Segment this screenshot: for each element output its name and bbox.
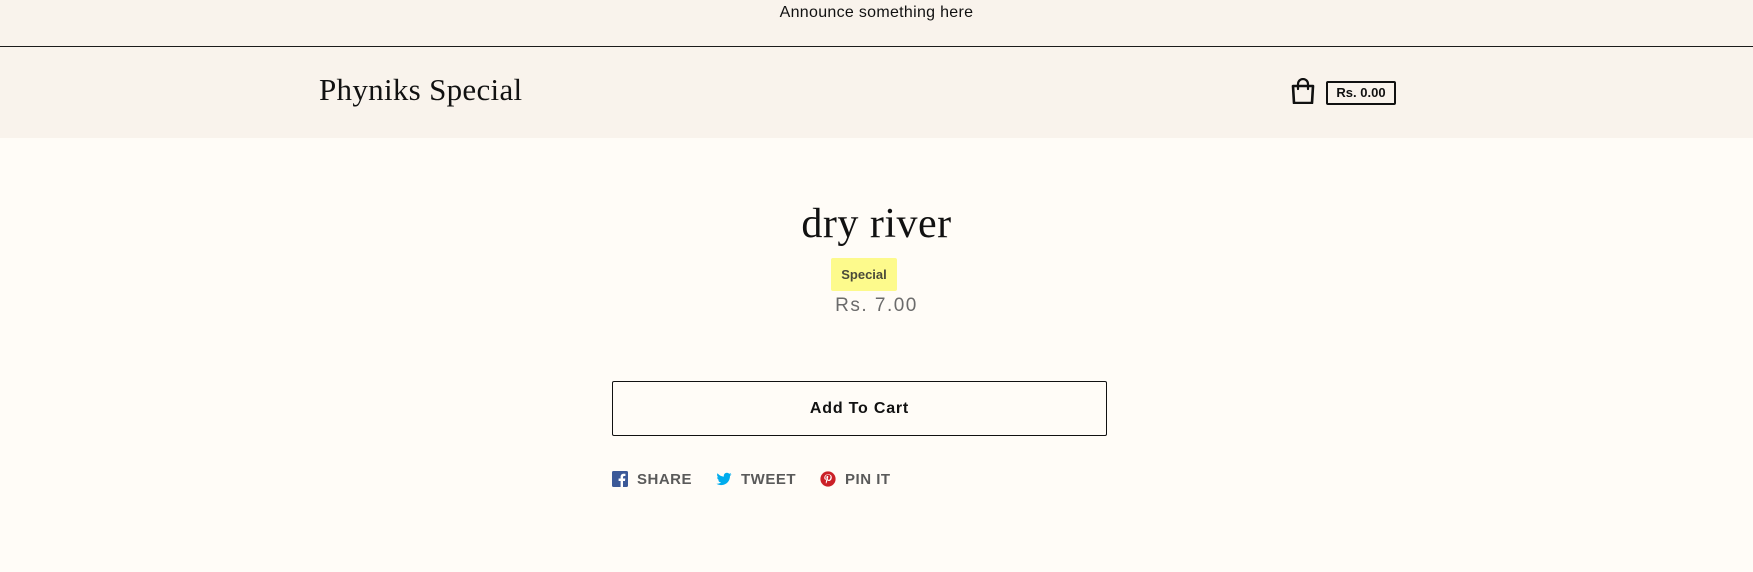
cart-total[interactable]: Rs. 0.00 [1326, 81, 1396, 105]
site-logo[interactable]: Phyniks Special [319, 72, 522, 108]
share-pinterest-link[interactable]: PIN IT [820, 471, 891, 488]
announcement-text: Announce something here [779, 4, 974, 21]
product-price: Rs. 7.00 [835, 295, 918, 316]
share-twitter-link[interactable]: TWEET [716, 471, 796, 488]
announcement-bar: Announce something here [0, 0, 1753, 47]
share-facebook-link[interactable]: SHARE [612, 471, 692, 488]
shopping-bag-icon[interactable] [1291, 77, 1315, 105]
site-header: Phyniks Special Rs. 0.00 [0, 47, 1753, 138]
product-title: dry river [801, 201, 952, 247]
share-facebook-label: SHARE [637, 470, 693, 488]
facebook-icon [612, 471, 628, 487]
share-pinterest-label: PIN IT [845, 470, 891, 488]
add-to-cart-button[interactable]: Add To Cart [612, 381, 1107, 436]
special-badge: Special [831, 258, 897, 291]
pinterest-icon [820, 471, 836, 487]
share-twitter-label: TWEET [741, 470, 797, 488]
social-sharing: SHARE TWEET PIN IT [612, 469, 915, 489]
twitter-icon [716, 472, 732, 486]
